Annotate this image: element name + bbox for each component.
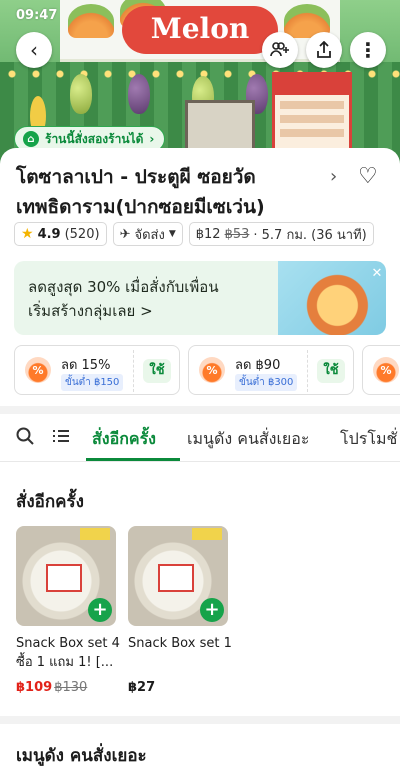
item-name: Snack Box set 1 — [128, 636, 232, 651]
coupon-minimum: ขั้นต่ำ ฿150 — [61, 374, 124, 391]
chevron-right-icon[interactable]: › — [330, 166, 337, 187]
delivery-fee-chip[interactable]: ฿12 ฿53 · 5.7 กม. (36 นาที) — [188, 222, 374, 246]
rating-count: (520) — [64, 226, 100, 242]
status-time: 09:47 — [16, 8, 58, 23]
store-meta-row: ★ 4.9 (520) ✈ จัดส่ง ▼ ฿12 ฿53 · 5.7 กม.… — [14, 222, 374, 246]
use-coupon-button[interactable]: ใช้ — [317, 359, 345, 383]
tab-promotions[interactable]: โปรโมชั่ — [340, 427, 397, 452]
back-button[interactable]: ‹ — [16, 32, 52, 68]
store-icon: ⌂ — [23, 131, 39, 147]
favorite-heart-icon[interactable]: ♡ — [358, 164, 378, 189]
delivery-fee-old: ฿53 — [224, 226, 250, 242]
tab-popular[interactable]: เมนูดัง คนสั่งเยอะ — [187, 427, 310, 452]
melon-decoration — [68, 4, 114, 38]
delivery-label: จัดส่ง — [134, 227, 165, 243]
store-name[interactable]: โตซาลาเปา - ประตูผี ซอยวัดเทพธิดาราม(ปาก… — [16, 162, 316, 222]
use-coupon-button[interactable]: ใช้ — [143, 359, 171, 383]
group-order-button[interactable] — [262, 32, 298, 68]
price-sticker — [192, 528, 222, 540]
percent-coupon-icon: % — [199, 357, 225, 383]
chevron-left-icon: ‹ — [30, 38, 38, 62]
item-price: ฿109 — [16, 680, 53, 695]
distance-time: · 5.7 กม. (36 นาที) — [253, 227, 367, 243]
coupon-title: ลด ฿90 — [235, 358, 281, 373]
promo-line-1: ลดสูงสุด 30% เมื่อสั่งกับเพื่อน — [28, 278, 219, 296]
item-name: Snack Box set 4 ซื้อ 1 แถม 1! [... — [16, 636, 120, 670]
coupon-title: ลด 15% — [61, 358, 111, 373]
item-image: + — [16, 526, 116, 626]
menu-item-card[interactable]: + Snack Box set 1 ฿27 — [128, 526, 232, 695]
multi-store-label: ร้านนี้สั่งสองร้านได้ — [45, 131, 144, 146]
tab-reorder[interactable]: สั่งอีกครั้ง — [92, 427, 156, 452]
star-icon: ★ — [21, 226, 34, 242]
item-price: ฿27 — [128, 680, 156, 695]
coupon-card-partial[interactable]: % — [362, 345, 400, 395]
coupon-minimum: ขั้นต่ำ ฿300 — [235, 374, 298, 391]
item-price-row: ฿27 — [128, 680, 228, 695]
coupon-divider — [133, 350, 134, 392]
store-logo: Melon — [122, 6, 278, 54]
delivery-icon: ✈ — [119, 226, 131, 242]
store-info-card: โตซาลาเปา - ประตูผี ซอยวัดเทพธิดาราม(ปาก… — [0, 148, 400, 770]
item-original-price: ฿130 — [54, 680, 88, 695]
section-divider — [0, 406, 400, 414]
coupon-card[interactable]: % ลด ฿90 ขั้นต่ำ ฿300 ใช้ — [188, 345, 354, 395]
section-divider — [0, 716, 400, 724]
item-image: + — [128, 526, 228, 626]
more-options-button[interactable]: ⋮ — [350, 32, 386, 68]
popular-section-title: เมนูดัง คนสั่งเยอะ — [16, 746, 147, 766]
grapes-decoration — [70, 74, 92, 114]
menu-tab-bar: สั่งอีกครั้ง เมนูดัง คนสั่งเยอะ โปรโมชั่ — [0, 414, 400, 462]
delivery-mode-select[interactable]: ✈ จัดส่ง ▼ — [112, 222, 183, 246]
coupon-divider — [307, 350, 308, 392]
promo-line-2: เริ่มสร้างกลุ่มเลย > — [28, 302, 153, 320]
add-person-icon — [270, 42, 289, 57]
rating-chip[interactable]: ★ 4.9 (520) — [14, 222, 107, 246]
share-icon — [317, 41, 331, 58]
item-price-row: ฿109 ฿130 — [16, 680, 116, 695]
menu-item-card[interactable]: + Snack Box set 4 ซื้อ 1 แถม 1! [... ฿10… — [16, 526, 120, 695]
grapes-decoration — [128, 74, 150, 114]
package-label — [158, 564, 194, 592]
search-icon[interactable] — [16, 427, 34, 450]
active-tab-indicator — [86, 458, 180, 461]
add-to-cart-button[interactable]: + — [88, 598, 112, 622]
coupon-carousel[interactable]: % ลด 15% ขั้นต่ำ ฿150 ใช้ % ลด ฿90 ขั้นต… — [14, 345, 400, 395]
price-sticker — [80, 528, 110, 540]
chevron-right-icon: › — [149, 132, 155, 146]
share-button[interactable] — [306, 32, 342, 68]
more-vertical-icon: ⋮ — [358, 38, 378, 62]
package-label — [46, 564, 82, 592]
menu-list-icon[interactable] — [52, 427, 70, 450]
percent-coupon-icon: % — [373, 357, 399, 383]
percent-coupon-icon: % — [25, 357, 51, 383]
coupon-card[interactable]: % ลด 15% ขั้นต่ำ ฿150 ใช้ — [14, 345, 180, 395]
reorder-section-title: สั่งอีกครั้ง — [16, 492, 84, 512]
add-to-cart-button[interactable]: + — [200, 598, 224, 622]
menu-board — [272, 72, 352, 158]
delivery-fee-now: ฿12 — [195, 226, 221, 242]
caret-down-icon: ▼ — [168, 229, 176, 239]
rating-value: 4.9 — [37, 226, 61, 242]
close-icon[interactable]: ✕ — [370, 267, 384, 281]
group-order-promo[interactable]: ลดสูงสุด 30% เมื่อสั่งกับเพื่อน เริ่มสร้… — [14, 261, 386, 335]
